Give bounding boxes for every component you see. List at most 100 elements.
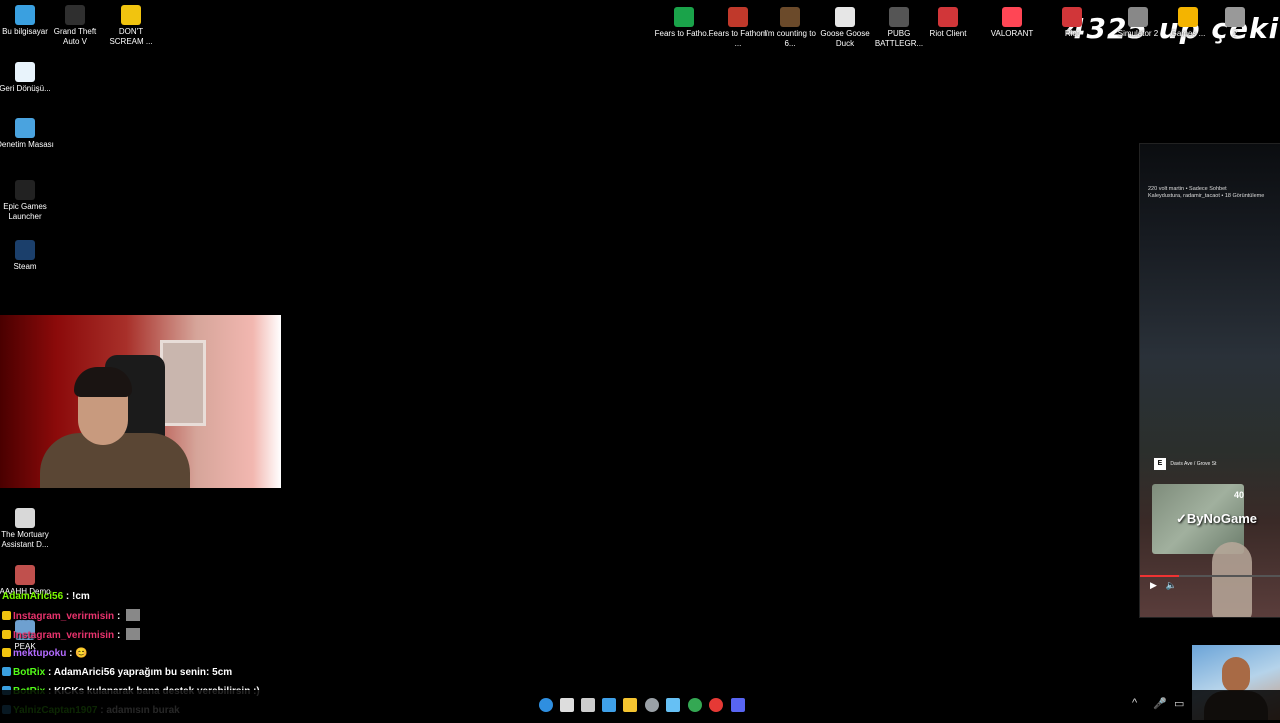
desktop-icon[interactable]: I'm counting to 6...: [760, 7, 820, 49]
pubg-icon: [889, 7, 909, 27]
chat-message: AdamArici56 : !cm: [2, 590, 302, 609]
desktop-icon-label: Riot: [1064, 29, 1080, 38]
mortuary-assistant-icon: [15, 508, 35, 528]
chat-username[interactable]: mektupoku: [13, 648, 66, 659]
stream-channel-line: 220 volt martin • Sadece Sohbet: [1148, 186, 1227, 192]
settings-icon[interactable]: [645, 698, 659, 712]
riot-icon: [1062, 7, 1082, 27]
location-display: E Davis Ave / Grove St: [1154, 458, 1216, 470]
desktop-icon[interactable]: DON'T SCREAM ...: [101, 5, 161, 47]
desktop-icon[interactable]: 2: [1205, 7, 1265, 39]
fears-to-fathom-icon: [674, 7, 694, 27]
desktop-icon[interactable]: Goose Goose Duck: [815, 7, 875, 49]
dont-scream-icon: [121, 5, 141, 25]
chat-emote-icon: [126, 628, 141, 640]
widgets-icon[interactable]: [581, 698, 595, 712]
desktop-icon[interactable]: Riot Client: [918, 7, 978, 39]
discord-icon[interactable]: [731, 698, 745, 712]
chat-separator: :: [66, 648, 76, 659]
chat-badge-icon: [2, 667, 11, 676]
desktop-icon-label: Grand Theft Auto V: [53, 27, 97, 46]
desktop-icon-label: Steam: [13, 262, 37, 271]
desktop-icon-label: Fears to Fathom ...: [708, 29, 768, 48]
display-icon[interactable]: ▭: [1174, 697, 1184, 710]
valorant-icon: [1002, 7, 1022, 27]
simulator-icon: [1128, 7, 1148, 27]
speed-indicator: 40: [1234, 490, 1245, 500]
chat-username[interactable]: Instagram_verirmisin: [13, 611, 114, 622]
chat-badge-icon: [2, 648, 11, 657]
webcam-person-hair: [74, 367, 132, 397]
chat-separator: :: [114, 611, 124, 622]
desktop-icon-label: DON'T SCREAM ...: [109, 27, 153, 46]
desktop-icon-label: Goose Goose Duck: [820, 29, 870, 48]
desktop-icon[interactable]: Grand Theft Auto V: [45, 5, 105, 47]
video-controls: ▶ 🔈: [1150, 580, 1177, 591]
chat-emote-icon: [126, 609, 141, 621]
steam-taskbar-icon[interactable]: [666, 698, 680, 712]
desktop-icon[interactable]: Epic Games Launcher: [0, 180, 55, 222]
chat-separator: :: [114, 630, 124, 641]
cat-sticker: [1212, 542, 1252, 617]
monitor-icon: [15, 5, 35, 25]
chat-text: AdamArici56 yaprağım bu senin: 5cm: [53, 667, 233, 678]
task-view-icon[interactable]: [560, 698, 574, 712]
chat-separator: :: [45, 667, 54, 678]
tray-overflow-icon[interactable]: ^: [1132, 697, 1137, 709]
game-icon: [1225, 7, 1245, 27]
desktop-icon[interactable]: Denetim Masası: [0, 118, 55, 150]
chat-username[interactable]: BotRix: [13, 667, 45, 678]
stream-preview-window[interactable]: 220 volt martin • Sadece Sohbet Kaleydus…: [1139, 143, 1280, 618]
play-icon[interactable]: ▶: [1150, 580, 1157, 590]
stream-sub-line: Kaleydustura, radamir_tacaot • 18 Görünt…: [1148, 193, 1265, 199]
control-panel-icon: [15, 118, 35, 138]
chat-message: Instagram_verirmisin :: [2, 609, 302, 628]
desktop-icon[interactable]: Fears to Fathom ...: [708, 7, 768, 49]
chat-badge-icon: [2, 630, 11, 639]
chat-text: 😊: [75, 648, 88, 659]
desktop-icon[interactable]: Riot: [1042, 7, 1102, 39]
chrome-icon[interactable]: [688, 698, 702, 712]
photos-icon[interactable]: [602, 698, 616, 712]
streamer-webcam: [0, 315, 281, 488]
desktop-icon[interactable]: Fears to Fatho...: [654, 7, 714, 39]
fears-to-fathom-icon: [728, 7, 748, 27]
obs-icon[interactable]: [709, 698, 723, 712]
desktop-icon-label: Geri Dönüşü...: [0, 84, 51, 93]
desktop-icon-label: VALORANT: [990, 29, 1034, 38]
counting-game-icon: [780, 7, 800, 27]
bynogame-brand: ByNoGame: [1186, 511, 1257, 526]
riot-client-icon: [938, 7, 958, 27]
epic-games-icon: [15, 180, 35, 200]
secondary-webcam-face: [1222, 657, 1250, 693]
stream-info: 220 volt martin • Sadece Sohbet Kaleydus…: [1148, 186, 1264, 200]
location-text: Davis Ave / Grove St: [1170, 461, 1217, 467]
chat-message: BotRix : AdamArici56 yaprağım bu senin: …: [2, 666, 302, 685]
chat-text: !cm: [72, 591, 90, 602]
recycle-bin-icon: [15, 62, 35, 82]
aaahh-icon: [15, 565, 35, 585]
chat-username[interactable]: Instagram_verirmisin: [13, 630, 114, 641]
video-progress-bar[interactable]: [1140, 575, 1280, 577]
bynogame-logo-text: ✓ByNoGame: [1176, 511, 1257, 526]
desktop-icon-label: I'm counting to 6...: [764, 29, 816, 48]
volume-icon[interactable]: 🔈: [1165, 580, 1176, 590]
chat-separator: :: [63, 591, 73, 602]
windows-taskbar: ^ 🎤 ▭: [0, 690, 1280, 720]
desktop-icon-label: 2: [1232, 29, 1238, 38]
steam-icon: [15, 240, 35, 260]
desktop-icon-label: The Mortuary Assistant D...: [1, 530, 49, 549]
location-badge: E: [1154, 458, 1166, 470]
desktop-icon[interactable]: Steam: [0, 240, 55, 272]
chat-message: Instagram_verirmisin :: [2, 628, 302, 647]
file-explorer-icon[interactable]: [623, 698, 637, 712]
desktop-icon-label: Fears to Fatho...: [654, 29, 714, 38]
desktop-icon-label: Denetim Masası: [0, 140, 54, 149]
goose-duck-icon: [835, 7, 855, 27]
desktop-icon[interactable]: The Mortuary Assistant D...: [0, 508, 55, 550]
desktop-icon[interactable]: Geri Dönüşü...: [0, 62, 55, 94]
chat-username[interactable]: AdamArici56: [2, 591, 63, 602]
desktop-icon[interactable]: VALORANT: [982, 7, 1042, 39]
microphone-icon[interactable]: 🎤: [1153, 697, 1167, 710]
windows-start-icon[interactable]: [539, 698, 553, 712]
